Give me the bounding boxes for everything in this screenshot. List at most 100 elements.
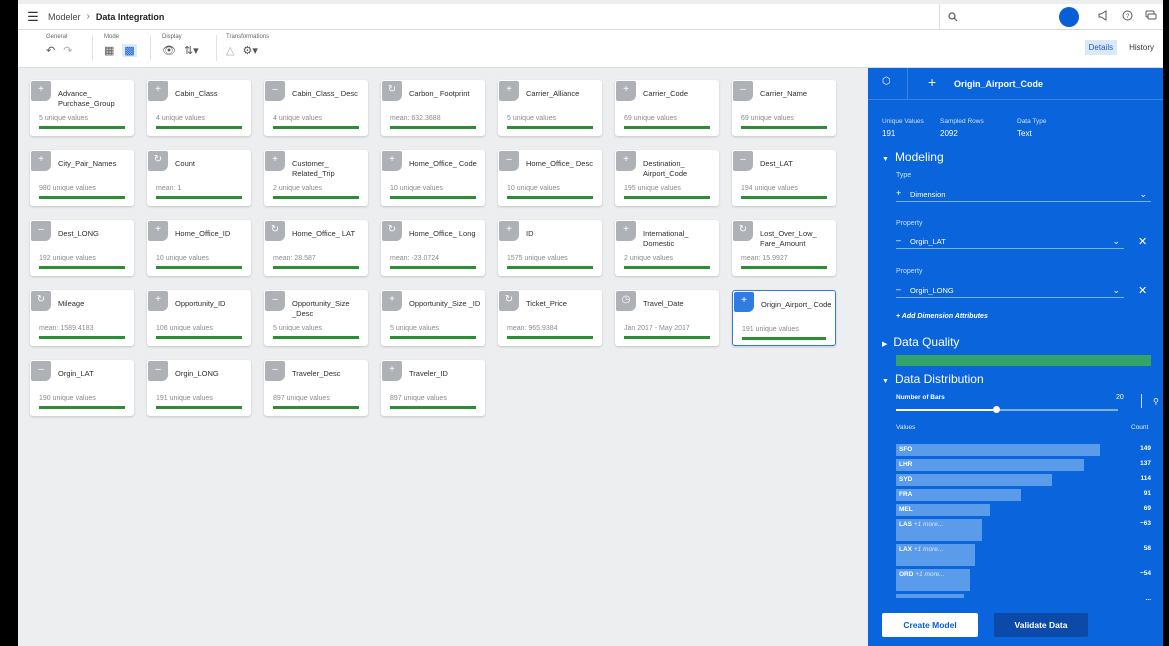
add-dimension-attributes-link[interactable]: + Add Dimension Attributes [896, 313, 988, 320]
property-select[interactable]: – Orgin_LAT ⌄ [896, 235, 1124, 249]
column-card[interactable]: ↻ Home_Office_ Long mean: -23.0724 [381, 220, 485, 276]
column-name: Home_Office_ Desc [526, 159, 593, 168]
avatar[interactable] [1059, 7, 1079, 27]
column-card[interactable]: + Advance_ Purchase_Group 5 unique values [30, 80, 134, 136]
column-card[interactable]: – Cabin_Class_ Desc 4 unique values [264, 80, 368, 136]
column-card[interactable]: – Traveler_Desc 897 unique values [264, 360, 368, 416]
megaphone-icon[interactable] [1091, 10, 1115, 24]
column-card[interactable]: ↻ Count mean: 1 [147, 150, 251, 206]
feedback-icon[interactable] [1139, 10, 1163, 24]
cube-icon[interactable]: ⬡ [882, 76, 891, 87]
undo-icon[interactable]: ↶ [46, 44, 55, 57]
remove-property-icon[interactable]: ✕ [1138, 235, 1147, 248]
tab-history[interactable]: History [1125, 40, 1158, 55]
column-card[interactable]: – Orgin_LAT 190 unique values [30, 360, 134, 416]
column-name: Orgin_LONG [175, 369, 219, 378]
section-modeling[interactable]: ▼ Modeling [882, 150, 944, 164]
type-select[interactable]: + Dimension ⌄ [896, 188, 1151, 202]
column-card[interactable]: ◷ Travel_Date Jan 2017 - May 2017 [615, 290, 719, 346]
column-card[interactable]: – Dest_LAT 194 unique values [732, 150, 836, 206]
column-card[interactable]: + Opportunity_ID 106 unique values [147, 290, 251, 346]
value-text: SFO [899, 446, 913, 453]
toolbar-group-transformations: Transformations △ ⚙▾ [226, 34, 269, 64]
distribution-row[interactable]: SYD 114 [896, 474, 1151, 486]
measure-type-icon: ↻ [382, 81, 402, 101]
distribution-row[interactable]: FRA 91 [896, 489, 1151, 501]
distribution-row[interactable]: ... [896, 594, 1151, 606]
date-type-icon: ◷ [616, 291, 636, 311]
attribute-type-icon: – [733, 151, 753, 171]
column-card[interactable]: + Traveler_ID 897 unique values [381, 360, 485, 416]
distribution-value: ORD +1 more... [899, 571, 945, 578]
search-icon[interactable] [948, 12, 958, 22]
column-card[interactable]: + Carrier_Alliance 5 unique values [498, 80, 602, 136]
column-card[interactable]: + Home_Office_ Code 10 unique values [381, 150, 485, 206]
column-card[interactable]: – Orgin_LONG 191 unique values [147, 360, 251, 416]
distribution-bar [896, 489, 1021, 501]
column-card[interactable]: + Origin_Airport_ Code 191 unique values [732, 290, 836, 346]
breadcrumb-root[interactable]: Modeler [48, 12, 81, 22]
distribution-value: LAS +1 more... [899, 521, 943, 528]
column-card[interactable]: + Cabin_Class 4 unique values [147, 80, 251, 136]
eye-icon[interactable]: 👁 [162, 44, 176, 57]
column-card[interactable]: ↻ Home_Office_ LAT mean: 28.587 [264, 220, 368, 276]
column-card[interactable]: + Customer_ Related_Trip 2 unique values [264, 150, 368, 206]
quality-bar [39, 196, 125, 199]
tab-details[interactable]: Details [1084, 40, 1118, 55]
distribution-row[interactable]: LHR 137 [896, 459, 1151, 471]
table-icon[interactable]: ▦ [104, 44, 114, 57]
distribution-bar [896, 594, 964, 598]
column-card[interactable]: + City_Pair_Names 980 unique values [30, 150, 134, 206]
column-stat: 980 unique values [39, 185, 96, 192]
distribution-row[interactable]: MEL 69 [896, 504, 1151, 516]
help-icon[interactable]: ? [1115, 10, 1139, 24]
quality-bar [624, 126, 710, 129]
property-select[interactable]: – Orgin_LONG ⌄ [896, 284, 1124, 298]
column-card[interactable]: – Home_Office_ Desc 10 unique values [498, 150, 602, 206]
column-card[interactable]: ↻ Mileage mean: 1589.4183 [30, 290, 134, 346]
distribution-row[interactable]: ORD +1 more... ~54 [896, 569, 1151, 591]
column-card[interactable]: + Opportunity_Size _ID 5 unique values [381, 290, 485, 346]
column-name: Ticket_Price [526, 299, 567, 308]
column-card[interactable]: – Carrier_Name 69 unique values [732, 80, 836, 136]
column-card[interactable]: + Destination_ Airport_Code 195 unique val… [615, 150, 719, 206]
validate-data-button[interactable]: Validate Data [994, 613, 1088, 637]
search-field[interactable] [939, 4, 1055, 30]
section-data-quality[interactable]: ▶ Data Quality [882, 335, 959, 349]
number-of-bars-slider[interactable] [896, 406, 1118, 413]
column-card[interactable]: + International_ Domestic 2 unique values [615, 220, 719, 276]
quality-bar [273, 266, 359, 269]
column-stat: 2 unique values [624, 255, 674, 262]
search-icon[interactable]: ⚲ [1153, 397, 1159, 406]
column-card[interactable]: ↻ Lost_Over_Low_ Fare_Amount mean: 15.9927 [732, 220, 836, 276]
quality-bar [624, 336, 710, 339]
column-stat: 10 unique values [507, 185, 560, 192]
column-card[interactable]: + Home_Office_ID 10 unique values [147, 220, 251, 276]
hamburger-icon[interactable]: ☰ [18, 9, 48, 25]
section-data-distribution[interactable]: ▼ Data Distribution [882, 372, 984, 386]
column-stat: 194 unique values [741, 185, 798, 192]
distribution-row[interactable]: LAS +1 more... ~63 [896, 519, 1151, 541]
transform-icon[interactable]: △ [226, 44, 234, 57]
settings-icon[interactable]: ⚙▾ [242, 44, 257, 57]
create-model-button[interactable]: Create Model [882, 613, 978, 637]
dimension-type-icon: + [616, 221, 636, 241]
column-card[interactable]: ↻ Ticket_Price mean: 965.9384 [498, 290, 602, 346]
remove-property-icon[interactable]: ✕ [1138, 284, 1147, 297]
column-card[interactable]: + Carrier_Code 69 unique values [615, 80, 719, 136]
number-of-bars-label: Number of Bars [896, 394, 945, 401]
column-card[interactable]: – Opportunity_Size _Desc 5 unique values [264, 290, 368, 346]
distribution-count: 69 [1143, 505, 1151, 512]
slider-handle[interactable] [993, 406, 1000, 413]
sort-icon[interactable]: ⇅▾ [184, 44, 199, 57]
column-card[interactable]: – Dest_LONG 192 unique values [30, 220, 134, 276]
grid-icon[interactable]: ▩ [122, 44, 137, 57]
attribute-icon: – [896, 284, 902, 294]
redo-icon[interactable]: ↷ [63, 44, 72, 57]
distribution-bar [896, 474, 1052, 486]
column-card[interactable]: + ID 1575 unique values [498, 220, 602, 276]
quality-bar [39, 336, 125, 339]
distribution-row[interactable]: SFO 149 [896, 444, 1151, 456]
column-card[interactable]: ↻ Carbon_ Footprint mean: 632.3688 [381, 80, 485, 136]
distribution-row[interactable]: LAX +1 more... 58 [896, 544, 1151, 566]
